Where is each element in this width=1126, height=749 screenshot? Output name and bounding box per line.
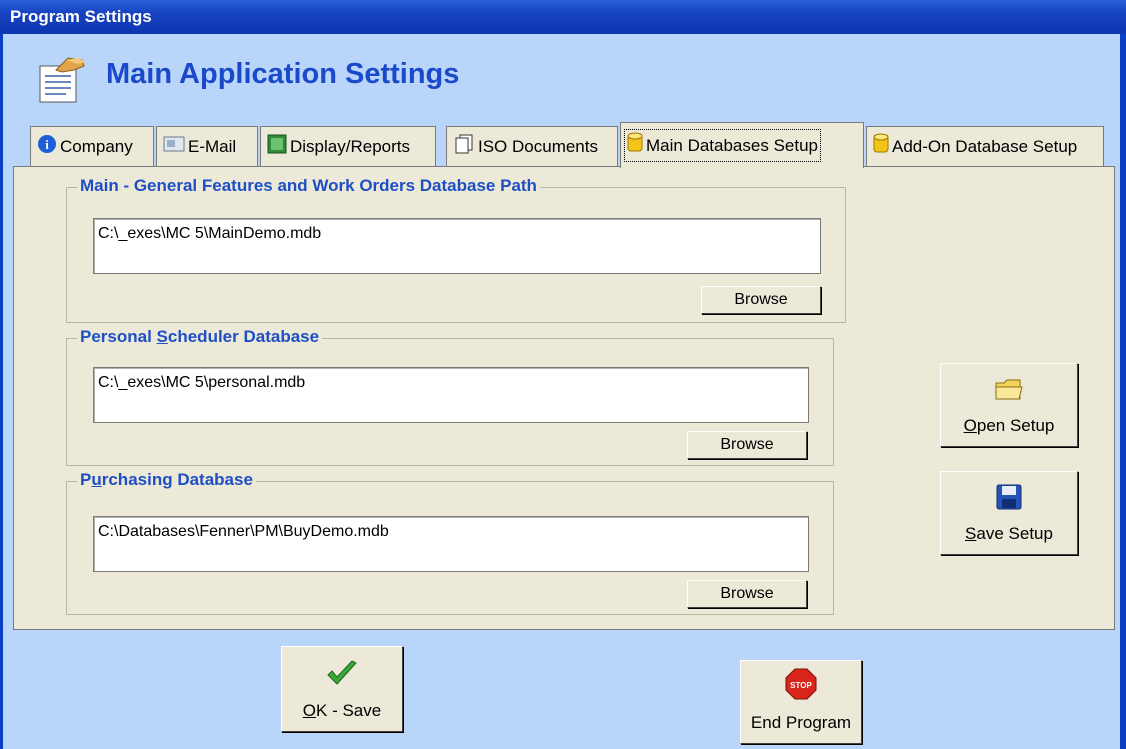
open-setup-button[interactable]: Open Setup (940, 363, 1078, 447)
tab-label: Add-On Database Setup (892, 136, 1078, 156)
window-border-left (0, 34, 3, 749)
scheduler-database-path-input[interactable]: C:\_exes\MC 5\personal.mdb (93, 367, 809, 423)
group-label-main: Main - General Features and Work Orders … (77, 176, 540, 196)
display-icon (267, 134, 287, 159)
tab-company[interactable]: i Company (30, 126, 154, 166)
svg-text:i: i (45, 137, 49, 152)
documents-icon (453, 134, 475, 159)
window-title: Program Settings (10, 7, 152, 26)
save-setup-button[interactable]: Save Setup (940, 471, 1078, 555)
browse-scheduler-button[interactable]: Browse (687, 431, 807, 459)
folder-icon (994, 375, 1024, 416)
tab-add-on-database-setup[interactable]: Add-On Database Setup (866, 126, 1104, 166)
title-bar: Program Settings (0, 0, 1126, 34)
svg-text:STOP: STOP (790, 681, 812, 690)
end-program-button[interactable]: STOP End Program (740, 660, 862, 744)
tab-label: E-Mail (188, 136, 237, 156)
checkmark-icon (326, 660, 358, 701)
group-label-scheduler: Personal Scheduler Database (77, 327, 323, 347)
settings-document-icon (38, 56, 88, 104)
tab-label: Main Databases Setup (646, 135, 818, 155)
purchasing-database-path-input[interactable]: C:\Databases\Fenner\PM\BuyDemo.mdb (93, 516, 809, 572)
tab-panel: Main - General Features and Work Orders … (13, 166, 1115, 630)
main-database-path-input[interactable]: C:\_exes\MC 5\MainDemo.mdb (93, 218, 821, 274)
tab-label: Company (60, 136, 133, 156)
tab-main-databases-setup[interactable]: Main Databases Setup (620, 122, 864, 168)
browse-main-button[interactable]: Browse (701, 286, 821, 314)
database-icon (873, 133, 889, 160)
tab-label: ISO Documents (478, 136, 598, 156)
database-icon (627, 132, 643, 159)
group-scheduler-database: Personal Scheduler Database C:\_exes\MC … (66, 327, 834, 466)
tab-email[interactable]: E-Mail (156, 126, 258, 166)
window-border-right (1120, 34, 1126, 749)
tab-iso-documents[interactable]: ISO Documents (446, 126, 618, 166)
group-purchasing-database: Purchasing Database C:\Databases\Fenner\… (66, 470, 834, 615)
page-title: Main Application Settings (106, 58, 460, 90)
group-main-database: Main - General Features and Work Orders … (66, 176, 846, 323)
tab-display-reports[interactable]: Display/Reports (260, 126, 436, 166)
group-label-purchasing: Purchasing Database (77, 470, 256, 490)
stop-sign-icon: STOP (785, 668, 817, 713)
browse-purchasing-button[interactable]: Browse (687, 580, 807, 608)
floppy-disk-icon (995, 483, 1023, 524)
info-icon: i (37, 134, 57, 159)
end-program-label: End Program (750, 713, 852, 732)
tab-label: Display/Reports (290, 136, 410, 156)
email-icon (163, 135, 185, 158)
ok-save-button[interactable]: OK - Save (281, 646, 403, 732)
